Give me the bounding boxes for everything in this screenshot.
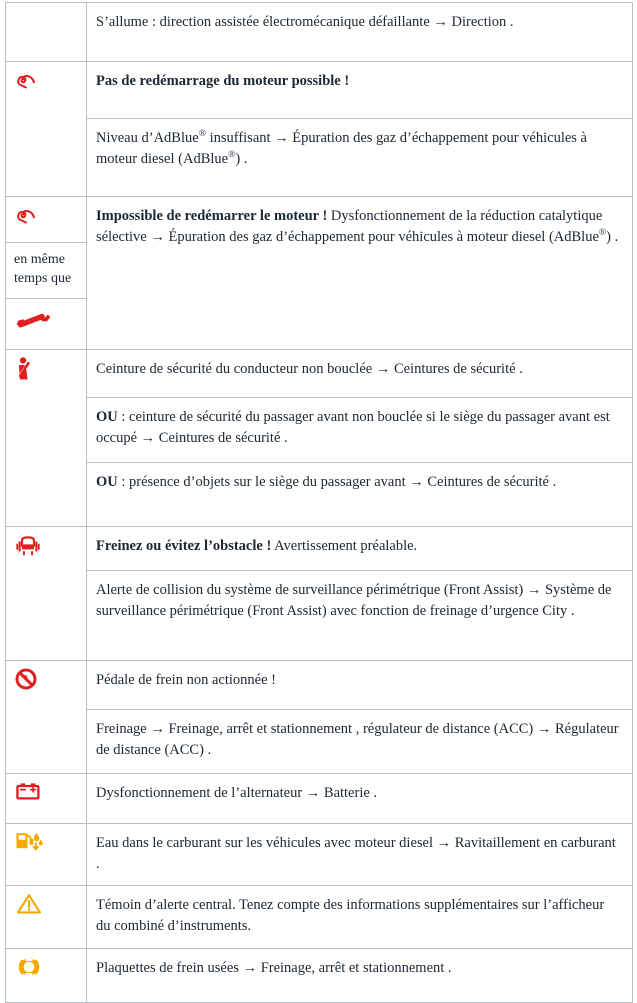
paragraph-text: : ceinture de sécurité du passager avant… bbox=[96, 408, 610, 446]
battery-icon bbox=[14, 780, 42, 807]
description-paragraph: Freinez ou évitez l’obstacle ! Avertisse… bbox=[87, 527, 632, 571]
description-paragraph: Freinage → Freinage, arrêt et stationnem… bbox=[87, 710, 632, 773]
front-assist-icon bbox=[14, 533, 42, 562]
paragraph-text: Témoin d’alerte central. Tenez compte de… bbox=[96, 896, 605, 934]
description-paragraph: Pédale de frein non actionnée ! bbox=[87, 661, 632, 710]
brake-pad-wear-icon bbox=[16, 955, 42, 984]
warning-lights-table: S’allume : direction assistée électroméc… bbox=[5, 2, 633, 1003]
description-paragraph: Témoin d’alerte central. Tenez compte de… bbox=[87, 886, 632, 948]
description-paragraph: Niveau d’AdBlue® insuffisant → Épuration… bbox=[87, 119, 632, 196]
paragraph-text: Niveau d’AdBlue® insuffisant → Épuration… bbox=[96, 127, 587, 167]
description-cell: Eau dans le carburant sur les véhicules … bbox=[86, 822, 633, 886]
paragraph-bold: OU bbox=[96, 473, 118, 490]
paragraph-bold: OU bbox=[96, 408, 118, 425]
table-row: Pédale de frein non actionnée ! Freinage… bbox=[5, 659, 633, 774]
paragraph-text: : présence d’objets sur le siège du pass… bbox=[117, 473, 557, 490]
paragraph-text: Plaquettes de frein usées → Freinage, ar… bbox=[96, 959, 452, 976]
table-row: Ceinture de sécurité du conducteur non b… bbox=[5, 348, 633, 527]
icon-sub-cell bbox=[6, 197, 86, 243]
adblue-exhaust-icon bbox=[14, 203, 40, 232]
table-row: Témoin d’alerte central. Tenez compte de… bbox=[5, 884, 633, 949]
description-cell: Ceinture de sécurité du conducteur non b… bbox=[86, 348, 633, 527]
paragraph-text: Ceinture de sécurité du conducteur non b… bbox=[96, 360, 523, 377]
description-paragraph: Eau dans le carburant sur les véhicules … bbox=[87, 824, 632, 885]
description-cell: S’allume : direction assistée électroméc… bbox=[86, 2, 633, 62]
icon-cell bbox=[5, 947, 87, 1003]
paragraph-bold: Impossible de redémarrer le moteur ! bbox=[96, 207, 328, 224]
description-paragraph: Ceinture de sécurité du conducteur non b… bbox=[87, 350, 632, 398]
icon-cell bbox=[5, 659, 87, 774]
icon-stack: en même temps que bbox=[6, 197, 86, 349]
seatbelt-icon bbox=[14, 356, 36, 387]
paragraph-text: Dysfonctionnement de l’alternateur → Bat… bbox=[96, 784, 378, 801]
icon-cell bbox=[5, 772, 87, 824]
description-paragraph: Alerte de collision du système de survei… bbox=[87, 571, 632, 660]
icon-cell bbox=[5, 2, 87, 62]
description-paragraph: S’allume : direction assistée électroméc… bbox=[87, 3, 632, 53]
description-cell: Témoin d’alerte central. Tenez compte de… bbox=[86, 884, 633, 949]
description-paragraph: OU : présence d’objets sur le siège du p… bbox=[87, 463, 632, 526]
paragraph-text: S’allume : direction assistée électroméc… bbox=[96, 14, 514, 30]
description-paragraph: Impossible de redémarrer le moteur ! Dys… bbox=[87, 197, 632, 349]
paragraph-bold: Pas de redémarrage du moteur possible ! bbox=[96, 73, 350, 89]
table-row: en même temps que Impossible de redémarr… bbox=[5, 195, 633, 350]
table-row: Eau dans le carburant sur les véhicules … bbox=[5, 822, 633, 886]
adblue-exhaust-icon bbox=[14, 68, 40, 97]
paragraph-text: Pédale de frein non actionnée ! bbox=[96, 671, 276, 688]
description-cell: Dysfonctionnement de l’alternateur → Bat… bbox=[86, 772, 633, 824]
table-row: Pas de redémarrage du moteur possible ! … bbox=[5, 61, 633, 197]
table-row: Freinez ou évitez l’obstacle ! Avertisse… bbox=[5, 525, 633, 661]
brake-pedal-icon bbox=[14, 667, 38, 696]
icon-cell bbox=[5, 61, 87, 197]
icon-cell: en même temps que bbox=[5, 195, 87, 350]
table-row: Plaquettes de frein usées → Freinage, ar… bbox=[5, 947, 633, 1003]
description-paragraph: Pas de redémarrage du moteur possible ! bbox=[87, 62, 632, 119]
paragraph-bold: Freinez ou évitez l’obstacle ! bbox=[96, 537, 272, 554]
table-row: Dysfonctionnement de l’alternateur → Bat… bbox=[5, 772, 633, 824]
description-cell: Freinez ou évitez l’obstacle ! Avertisse… bbox=[86, 525, 633, 661]
icon-cell bbox=[5, 348, 87, 527]
description-paragraph: Plaquettes de frein usées → Freinage, ar… bbox=[87, 949, 632, 1002]
icon-cell bbox=[5, 884, 87, 949]
icon-sub-cell bbox=[6, 299, 86, 349]
paragraph-text: Freinage → Freinage, arrêt et stationnem… bbox=[96, 720, 619, 758]
paragraph-text: Eau dans le carburant sur les véhicules … bbox=[96, 834, 616, 872]
table-row: S’allume : direction assistée électroméc… bbox=[5, 2, 633, 62]
icon-cell bbox=[5, 822, 87, 886]
description-paragraph: OU : ceinture de sécurité du passager av… bbox=[87, 398, 632, 463]
description-cell: Plaquettes de frein usées → Freinage, ar… bbox=[86, 947, 633, 1003]
paragraph-text: Alerte de collision du système de survei… bbox=[96, 581, 612, 619]
paragraph-text: Avertissement préalable. bbox=[271, 537, 418, 554]
icon-cell bbox=[5, 525, 87, 661]
connector-label: en même temps que bbox=[14, 251, 72, 286]
water-in-fuel-icon bbox=[14, 830, 48, 857]
connector-label-cell: en même temps que bbox=[6, 243, 86, 299]
description-cell: Impossible de redémarrer le moteur ! Dys… bbox=[86, 195, 633, 350]
warning-triangle-icon bbox=[16, 892, 42, 921]
wrench-icon bbox=[14, 311, 54, 336]
description-paragraph: Dysfonctionnement de l’alternateur → Bat… bbox=[87, 774, 632, 823]
description-cell: Pas de redémarrage du moteur possible ! … bbox=[86, 61, 633, 197]
description-cell: Pédale de frein non actionnée ! Freinage… bbox=[86, 659, 633, 774]
